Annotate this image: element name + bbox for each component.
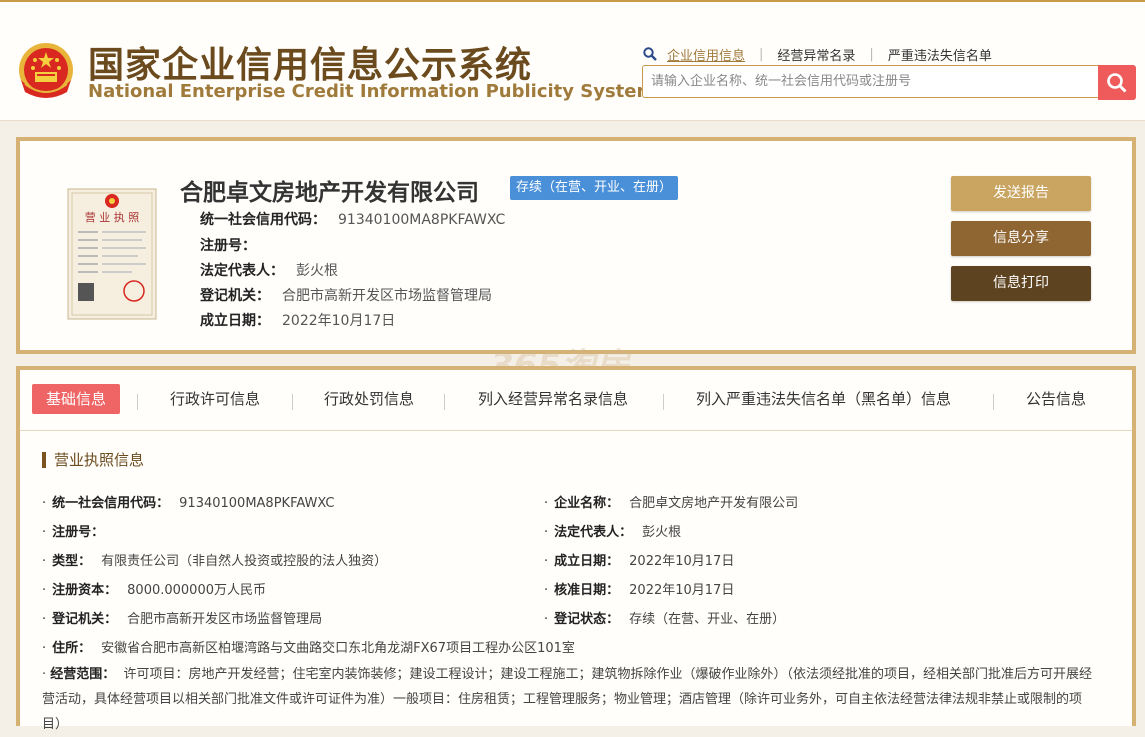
field-address: · 住所： 安徽省合肥市高新区柏堰湾路与文曲路交口东北角龙湖FX67项目工程办公区1… bbox=[42, 641, 575, 656]
field-approval-date: · 核准日期： 2022年10月17日 bbox=[544, 583, 735, 598]
field-reg-authority: · 登记机关： 合肥市高新开发区市场监督管理局 bbox=[42, 612, 323, 627]
field-credit-code: · 统一社会信用代码： 91340100MA8PKFAWXC bbox=[42, 496, 335, 511]
tab-bar: 基础信息 行政许可信息 行政处罚信息 列入经营异常名录信息 列入严重违法失信名单… bbox=[20, 370, 1132, 431]
tab-separator bbox=[137, 394, 138, 410]
section-title: 营业执照信息 bbox=[42, 452, 144, 468]
link-abnormal-list[interactable]: 经营异常名录 bbox=[777, 45, 855, 64]
link-separator: | bbox=[759, 46, 764, 62]
company-summary-card: 营 业 执 照 合肥卓文房地产开发有限公司 存续（在营、开业、在册） 统一社会信… bbox=[16, 137, 1136, 354]
status-badge: 存续（在营、开业、在册） bbox=[510, 176, 679, 200]
info-reg-number: 注册号： bbox=[200, 238, 256, 254]
top-links: 企业信用信息 | 经营异常名录 | 严重违法失信名单 bbox=[643, 44, 992, 64]
search-icon bbox=[1107, 72, 1127, 93]
svg-text:营 业 执 照: 营 业 执 照 bbox=[85, 210, 140, 224]
tab-basic-info[interactable]: 基础信息 bbox=[32, 384, 121, 414]
info-legal-rep: 法定代表人： 彭火根 bbox=[200, 263, 338, 279]
search-input[interactable] bbox=[642, 65, 1098, 98]
tab-abnormal-list[interactable]: 列入经营异常名录信息 bbox=[478, 384, 628, 414]
national-emblem-icon bbox=[19, 43, 73, 98]
detail-panel: 基础信息 行政许可信息 行政处罚信息 列入经营异常名录信息 列入严重违法失信名单… bbox=[16, 366, 1136, 732]
print-info-button[interactable]: 信息打印 bbox=[951, 266, 1091, 301]
send-report-button[interactable]: 发送报告 bbox=[951, 176, 1091, 211]
share-info-button[interactable]: 信息分享 bbox=[951, 221, 1091, 256]
site-subtitle: National Enterprise Credit Information P… bbox=[88, 81, 656, 102]
tab-separator bbox=[444, 394, 445, 410]
info-reg-authority: 登记机关： 合肥市高新开发区市场监督管理局 bbox=[200, 288, 492, 304]
tab-admin-penalty[interactable]: 行政处罚信息 bbox=[324, 384, 414, 414]
field-reg-number: · 注册号： bbox=[42, 525, 105, 540]
field-company-name: · 企业名称： 合肥卓文房地产开发有限公司 bbox=[544, 496, 799, 511]
tab-separator bbox=[993, 394, 994, 410]
company-name: 合肥卓文房地产开发有限公司 bbox=[180, 180, 479, 206]
field-reg-status: · 登记状态： 存续（在营、开业、在册） bbox=[544, 612, 786, 627]
search-button[interactable] bbox=[1098, 65, 1136, 100]
search-icon bbox=[643, 47, 657, 61]
field-legal-rep: · 法定代表人： 彭火根 bbox=[544, 525, 682, 540]
link-blacklist[interactable]: 严重违法失信名单 bbox=[888, 45, 992, 64]
field-type: · 类型： 有限责任公司（非自然人投资或控股的法人独资） bbox=[42, 554, 388, 569]
link-enterprise-credit[interactable]: 企业信用信息 bbox=[667, 45, 745, 64]
tab-separator bbox=[292, 394, 293, 410]
link-separator: | bbox=[869, 46, 874, 62]
info-established: 成立日期： 2022年10月17日 bbox=[200, 313, 396, 329]
site-header: 国家企业信用信息公示系统 National Enterprise Credit … bbox=[0, 2, 1145, 121]
tab-blacklist[interactable]: 列入严重违法失信名单（黑名单）信息 bbox=[696, 384, 951, 414]
business-license-image[interactable]: 营 业 执 照 bbox=[66, 187, 158, 321]
tab-admin-license[interactable]: 行政许可信息 bbox=[170, 384, 260, 414]
business-scope-text: 许可项目：房地产开发经营；住宅室内装饰装修；建设工程设计；建设工程施工；建筑物拆… bbox=[42, 667, 1093, 732]
field-established: · 成立日期： 2022年10月17日 bbox=[544, 554, 735, 569]
info-credit-code: 统一社会信用代码： 91340100MA8PKFAWXC bbox=[200, 212, 506, 228]
tab-separator bbox=[663, 394, 664, 410]
tab-announcements[interactable]: 公告信息 bbox=[1026, 384, 1086, 414]
field-business-scope: · 经营范围： 许可项目：房地产开发经营；住宅室内装饰装修；建设工程设计；建设工… bbox=[42, 667, 1093, 732]
field-reg-capital: · 注册资本： 8000.000000万人民币 bbox=[42, 583, 266, 598]
